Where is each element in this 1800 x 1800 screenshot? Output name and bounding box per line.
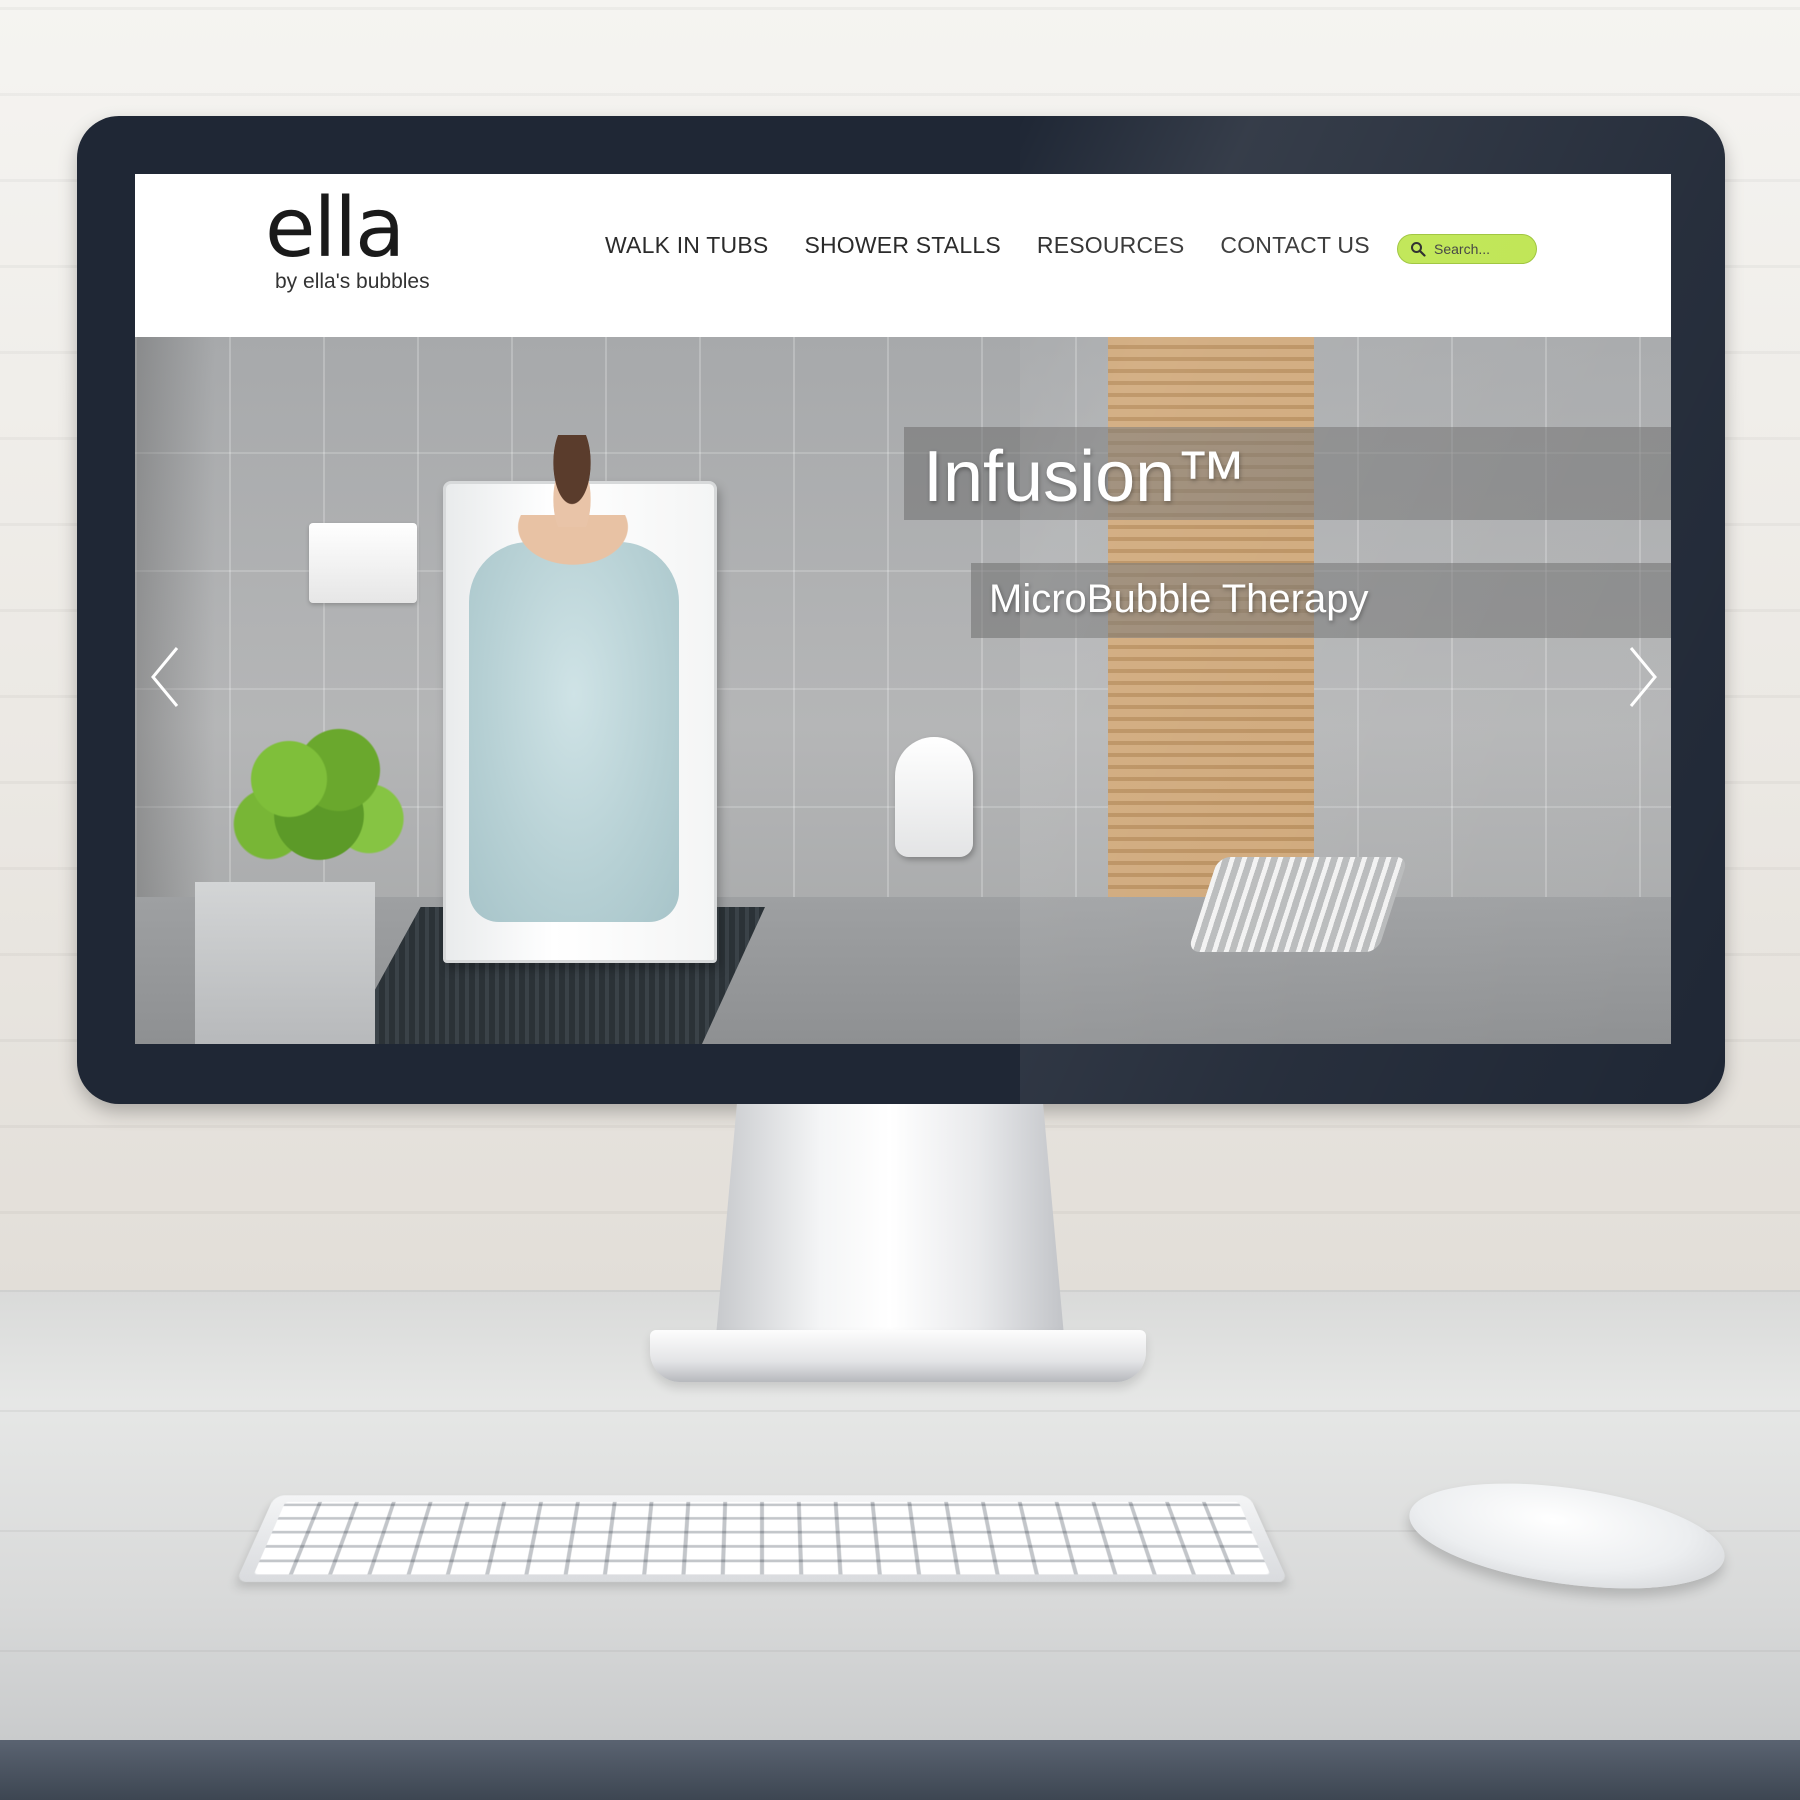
hero-subtitle: MicroBubble Therapy — [989, 577, 1369, 621]
search-box[interactable] — [1397, 234, 1537, 264]
toilet — [895, 737, 973, 857]
keyboard-keys — [253, 1501, 1271, 1575]
monitor-stand — [716, 1104, 1064, 1336]
bench — [195, 882, 375, 1044]
hero-title: Infusion™ — [923, 437, 1248, 517]
desk-edge — [0, 1740, 1800, 1800]
nav-item-resources[interactable]: RESOURCES — [1037, 232, 1185, 259]
towel-rack — [1187, 857, 1409, 952]
plant — [219, 707, 419, 887]
tub-water — [469, 542, 679, 922]
nav-item-walk-in-tubs[interactable]: WALK IN TUBS — [605, 232, 768, 259]
bather-head — [543, 435, 601, 527]
site-header: ella by ella's bubbles WALK IN TUBS SHOW… — [135, 174, 1671, 337]
nav-item-shower-stalls[interactable]: SHOWER STALLS — [804, 232, 1000, 259]
towel — [309, 523, 417, 603]
search-icon — [1411, 242, 1426, 257]
chevron-right-icon[interactable] — [1623, 642, 1663, 712]
logo-wordmark: ella — [265, 181, 405, 276]
logo-tagline: by ella's bubbles — [275, 270, 430, 293]
main-nav: WALK IN TUBS SHOWER STALLS RESOURCES CON… — [605, 232, 1370, 259]
keyboard — [235, 1495, 1289, 1582]
chevron-left-icon[interactable] — [145, 642, 185, 712]
nav-item-contact-us[interactable]: CONTACT US — [1220, 232, 1369, 259]
monitor-screen: ella by ella's bubbles WALK IN TUBS SHOW… — [135, 174, 1671, 1044]
search-input[interactable] — [1432, 240, 1536, 258]
ella-logo[interactable]: ella by ella's bubbles — [265, 184, 465, 304]
monitor-stand-base — [650, 1330, 1146, 1382]
hero-slider: Infusion™ MicroBubble Therapy — [135, 337, 1671, 1044]
